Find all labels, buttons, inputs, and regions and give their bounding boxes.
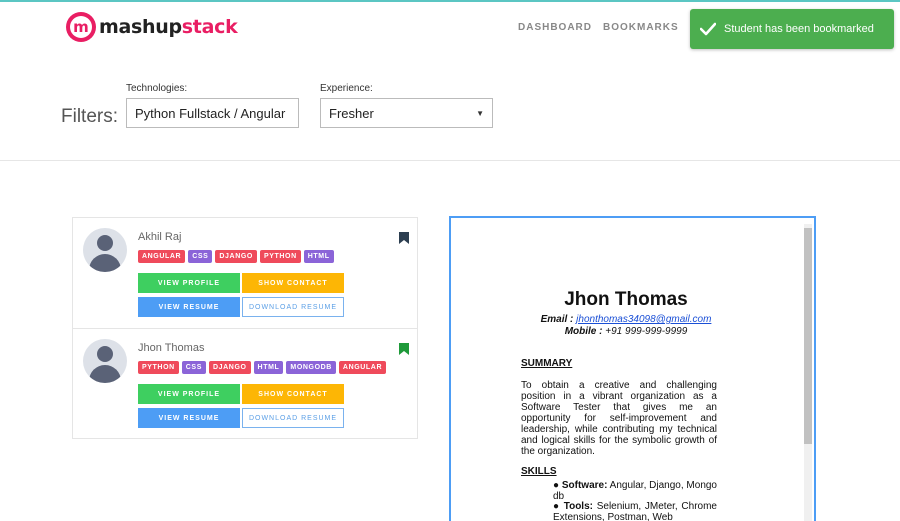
view-profile-button[interactable]: VIEW PROFILE <box>138 273 240 293</box>
bookmark-icon[interactable] <box>399 232 409 244</box>
show-contact-button[interactable]: SHOW CONTACT <box>242 273 344 293</box>
filters-divider <box>0 160 900 161</box>
resume-email: Email : jhonthomas34098@gmail.com <box>451 314 801 325</box>
resume-mobile: Mobile : +91 999-999-9999 <box>451 326 801 337</box>
resume-email-link[interactable]: jhonthomas34098@gmail.com <box>576 314 711 325</box>
experience-selected-value: Fresher <box>329 105 374 121</box>
resume-mobile-value: +91 999-999-9999 <box>605 326 688 337</box>
skill-tag: ANGULAR <box>338 361 387 374</box>
resume-skill-item: ● Software: Angular, Django, Mongo db <box>553 480 717 502</box>
student-card: Akhil Raj ANGULAR CSS DJANGO PYTHON HTML… <box>73 218 417 328</box>
view-resume-button[interactable]: VIEW RESUME <box>138 297 240 317</box>
student-card: Jhon Thomas PYTHON CSS DJANGO HTML MONGO… <box>73 328 417 438</box>
avatar <box>83 228 127 272</box>
skill-tags: PYTHON CSS DJANGO HTML MONGODB ANGULAR <box>138 361 387 374</box>
resume-preview[interactable]: Jhon Thomas Email : jhonthomas34098@gmai… <box>449 216 816 521</box>
student-name[interactable]: Akhil Raj <box>138 231 181 243</box>
download-resume-button[interactable]: DOWNLOAD RESUME <box>242 297 344 317</box>
skill-tag: PYTHON <box>259 250 301 263</box>
resume-scrollbar[interactable] <box>804 224 812 521</box>
student-name[interactable]: Jhon Thomas <box>138 342 204 354</box>
toast-message: Student has been bookmarked <box>724 23 874 35</box>
skill-tag: HTML <box>303 250 334 263</box>
skill-tag: CSS <box>181 361 206 374</box>
filters-label: Filters: <box>61 106 118 127</box>
toast-notification: Student has been bookmarked <box>690 9 894 49</box>
resume-name: Jhon Thomas <box>564 289 688 310</box>
resume-skills-heading: SKILLS <box>521 466 557 477</box>
caret-down-icon: ▼ <box>476 108 484 118</box>
skill-tags: ANGULAR CSS DJANGO PYTHON HTML <box>138 250 334 263</box>
logo[interactable]: m mashupstack <box>66 12 238 42</box>
view-resume-button[interactable]: VIEW RESUME <box>138 408 240 428</box>
resume-mobile-label: Mobile : <box>564 326 603 337</box>
bookmark-icon[interactable] <box>399 343 409 355</box>
skill-tag: MONGODB <box>286 361 336 374</box>
skill-tag: HTML <box>253 361 284 374</box>
nav-dashboard[interactable]: DASHBOARD <box>518 22 592 33</box>
view-profile-button[interactable]: VIEW PROFILE <box>138 384 240 404</box>
resume-email-label: Email : <box>540 314 574 325</box>
technologies-label: Technologies: <box>126 83 188 94</box>
nav-bookmarks[interactable]: BOOKMARKS <box>603 22 679 33</box>
skill-tag: ANGULAR <box>138 250 186 263</box>
skill-tag: CSS <box>188 250 213 263</box>
check-icon <box>700 22 716 36</box>
resume-summary-text: To obtain a creative and challenging pos… <box>521 380 717 457</box>
resume-skill-item: ● Tools: Selenium, JMeter, Chrome Extens… <box>553 501 717 521</box>
avatar <box>83 339 127 383</box>
experience-select[interactable]: Fresher ▼ <box>320 98 493 128</box>
download-resume-button[interactable]: DOWNLOAD RESUME <box>242 408 344 428</box>
logo-mark-icon: m <box>66 12 96 42</box>
show-contact-button[interactable]: SHOW CONTACT <box>242 384 344 404</box>
skill-tag: PYTHON <box>138 361 179 374</box>
technologies-input[interactable] <box>126 98 299 128</box>
resume-summary-heading: SUMMARY <box>521 358 573 369</box>
skill-tag: DJANGO <box>215 250 257 263</box>
logo-text: mashupstack <box>99 16 238 38</box>
experience-label: Experience: <box>320 83 373 94</box>
student-list: Akhil Raj ANGULAR CSS DJANGO PYTHON HTML… <box>72 217 418 439</box>
scrollbar-thumb[interactable] <box>804 228 812 444</box>
skill-tag: DJANGO <box>208 361 251 374</box>
